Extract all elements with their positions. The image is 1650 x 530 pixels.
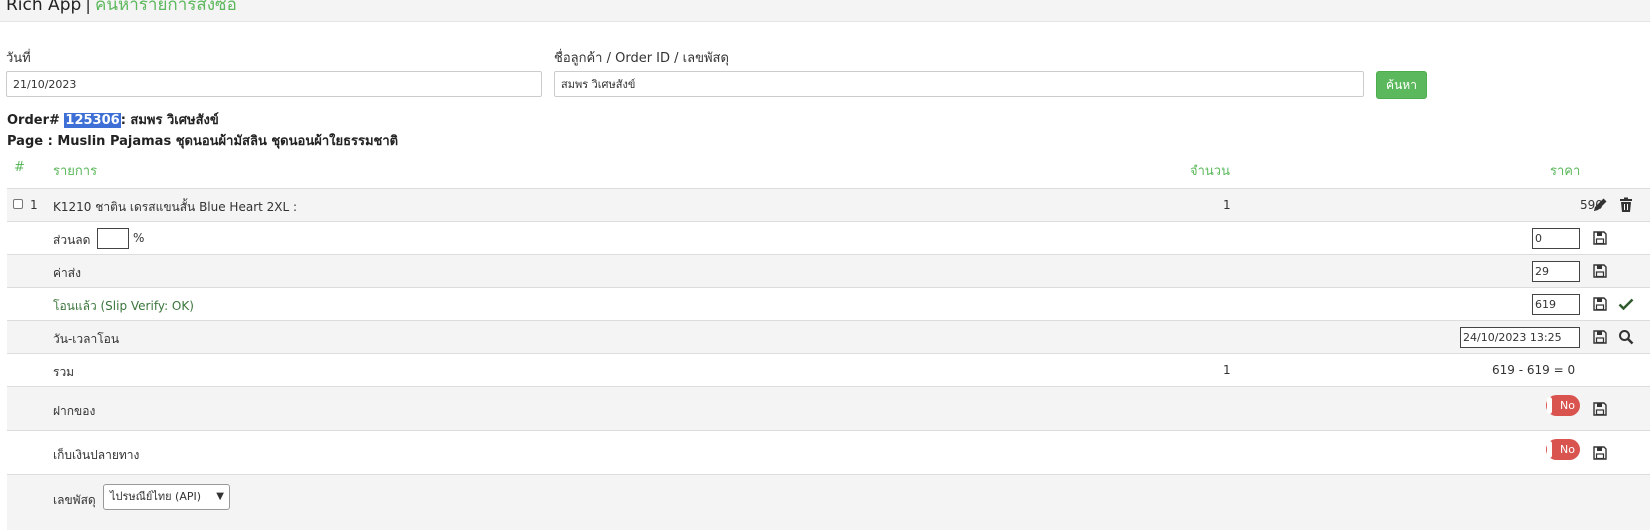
- table-row-tracking: เลขพัสดุ ไปรษณีย์ไทย (API) ▼: [7, 474, 1650, 530]
- cod-label: เก็บเงินปลายทาง: [53, 448, 140, 462]
- cod-toggle-knob: [1547, 441, 1552, 458]
- date-label: วันที่: [6, 51, 31, 66]
- table-row-item: 1 K1210 ชาติน เดรสแขนสั้น Blue Heart 2XL…: [7, 188, 1650, 221]
- transfer-time-label: วัน-เวลาโอน: [53, 332, 120, 346]
- customer-search-input[interactable]: [554, 71, 1364, 97]
- table-row-cod: เก็บเงินปลายทาง No: [7, 430, 1650, 474]
- table-row-transfer-time: วัน-เวลาโอน: [7, 320, 1650, 353]
- customer-search-label: ชื่อลูกค้า / Order ID / เลขพัสดุ: [554, 51, 729, 66]
- chevron-down-icon: ▼: [216, 491, 224, 502]
- order-page-line: Page : Muslin Pajamas ชุดนอนผ้ามัสลิน ชุ…: [7, 134, 399, 149]
- save-transferred-icon[interactable]: [1592, 296, 1608, 312]
- item-qty: 1: [1223, 198, 1231, 212]
- order-prefix: Order#: [7, 113, 60, 128]
- header-price: ราคา: [1550, 164, 1581, 179]
- order-title: Order# 125306: สมพร วิเศษสังข์: [7, 109, 219, 130]
- carrier-select[interactable]: ไปรษณีย์ไทย (API) ▼: [103, 484, 230, 510]
- verified-check-icon[interactable]: [1618, 296, 1634, 312]
- save-discount-icon[interactable]: [1592, 230, 1608, 246]
- order-customer: : สมพร วิเศษสังข์: [120, 113, 219, 128]
- total-label: รวม: [53, 365, 75, 379]
- trash-icon[interactable]: [1618, 197, 1634, 213]
- deposit-toggle[interactable]: No: [1546, 395, 1580, 416]
- app-name[interactable]: Rich App: [6, 0, 81, 15]
- total-value: 619 - 619 = 0: [1492, 363, 1576, 377]
- table-row-total: รวม 1 619 - 619 = 0: [7, 353, 1650, 386]
- table-row-discount: ส่วนลด %: [7, 221, 1650, 254]
- brand: Rich App | ค้นหารายการสั่งซื้อ: [6, 0, 237, 18]
- page-title: ค้นหารายการสั่งซื้อ: [95, 0, 237, 15]
- table-row-shipping: ค่าส่ง: [7, 254, 1650, 287]
- edit-pencil-icon[interactable]: [1592, 197, 1608, 213]
- date-input[interactable]: [6, 71, 542, 97]
- deposit-label: ฝากของ: [53, 404, 96, 418]
- search-slip-icon[interactable]: [1618, 329, 1634, 345]
- table-row-deposit: ฝากของ No: [7, 386, 1650, 430]
- save-shipping-icon[interactable]: [1592, 263, 1608, 279]
- search-button[interactable]: ค้นหา: [1376, 71, 1427, 99]
- brand-separator: |: [85, 0, 92, 15]
- transfer-time-input[interactable]: [1460, 327, 1580, 348]
- top-bar: Rich App | ค้นหารายการสั่งซื้อ: [0, 0, 1650, 22]
- shipping-label: ค่าส่ง: [53, 266, 81, 280]
- tracking-label: เลขพัสดุ: [53, 493, 96, 507]
- transferred-amount-input[interactable]: [1532, 294, 1580, 315]
- deposit-toggle-knob: [1547, 397, 1552, 414]
- shipping-amount-input[interactable]: [1532, 261, 1580, 282]
- total-qty: 1: [1223, 363, 1231, 377]
- header-qty: จำนวน: [1190, 164, 1230, 179]
- deposit-toggle-label: No: [1560, 399, 1575, 412]
- discount-percent-unit: %: [133, 231, 145, 245]
- item-checkbox[interactable]: [13, 199, 23, 209]
- item-name: K1210 ชาติน เดรสแขนสั้น Blue Heart 2XL :: [53, 200, 298, 214]
- carrier-selected: ไปรษณีย์ไทย (API): [110, 490, 202, 503]
- discount-amount-input[interactable]: [1532, 228, 1580, 249]
- header-num: #: [14, 160, 25, 175]
- order-id[interactable]: 125306: [64, 113, 121, 128]
- discount-label: ส่วนลด: [53, 233, 91, 247]
- table-row-transferred: โอนแล้ว (Slip Verify: OK): [7, 287, 1650, 320]
- item-number: 1: [30, 198, 38, 212]
- save-deposit-icon[interactable]: [1592, 401, 1608, 417]
- cod-toggle[interactable]: No: [1546, 439, 1580, 460]
- cod-toggle-label: No: [1560, 443, 1575, 456]
- discount-percent-input[interactable]: [97, 228, 129, 249]
- save-transfer-time-icon[interactable]: [1592, 329, 1608, 345]
- header-item: รายการ: [53, 164, 98, 179]
- transferred-label: โอนแล้ว (Slip Verify: OK): [53, 299, 194, 313]
- save-cod-icon[interactable]: [1592, 445, 1608, 461]
